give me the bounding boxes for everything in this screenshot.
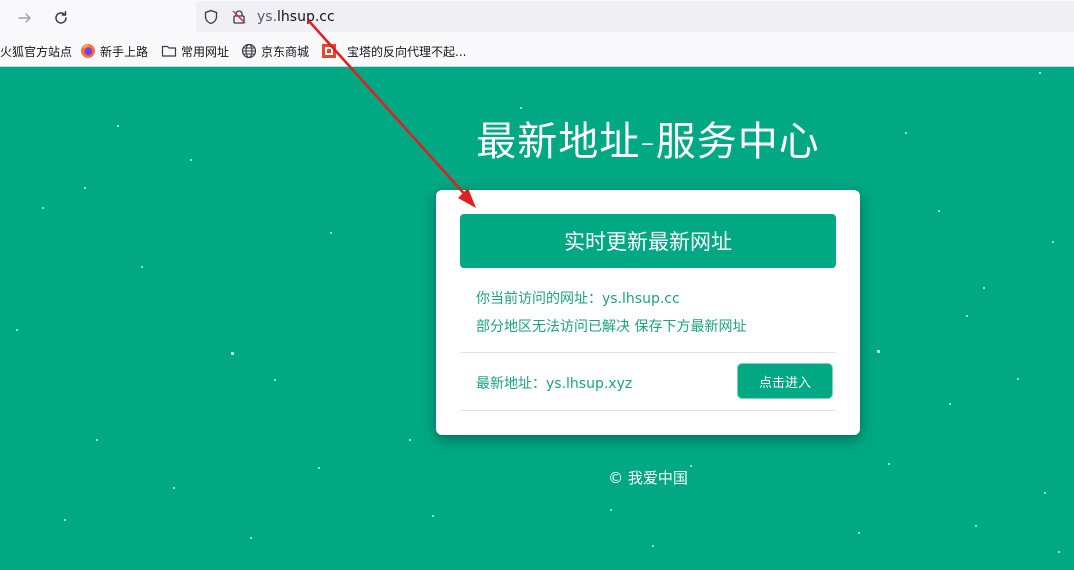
browser-toolbar: ys.lhsup.cc [0,0,1074,35]
enter-button[interactable]: 点击进入 [737,363,833,399]
bookmark-label: 宝塔的反向代理不起... [347,44,467,59]
footer-text: © 我爱中国 [608,469,688,487]
page-title: 最新地址-服务中心 [476,119,820,165]
forward-arrow-icon [18,13,31,23]
page-content: 最新地址-服务中心 实时更新最新网址 你当前访问的网址：ys.lhsup.cc … [0,67,1074,570]
bookmark-jd[interactable]: 京东商城 [241,42,309,60]
current-url-text: 你当前访问的网址：ys.lhsup.cc [476,291,680,307]
divider [460,410,836,411]
url-text[interactable]: ys.lhsup.cc [257,8,335,26]
url-subdomain: ys. [257,9,278,25]
shield-icon[interactable] [202,8,220,26]
update-address-button[interactable]: 实时更新最新网址 [460,214,836,268]
bt-icon [321,43,337,59]
bookmark-firefox-official[interactable]: 火狐官方站点 [0,42,72,60]
address-bar[interactable]: ys.lhsup.cc [196,1,1074,32]
bookmark-label: 新手上路 [100,44,149,59]
notice-text: 部分地区无法访问已解决 保存下方最新网址 [476,319,747,335]
bookmark-label: 常用网址 [181,44,230,59]
forward-button[interactable] [12,5,38,31]
address-card: 实时更新最新网址 你当前访问的网址：ys.lhsup.cc 部分地区无法访问已解… [436,190,860,435]
reload-button[interactable] [48,5,74,31]
bookmark-bt-proxy[interactable]: 宝塔的反向代理不起... [321,42,466,60]
browser-chrome: ys.lhsup.cc 火狐官方站点 新手上路 常用网址 京东商城 宝塔的反向代… [0,0,1074,67]
bookmark-label: 京东商城 [261,44,310,59]
url-domain: lhsup.cc [277,9,335,25]
reload-icon [55,11,67,24]
bookmarks-toolbar: 火狐官方站点 新手上路 常用网址 京东商城 宝塔的反向代理不起... [0,38,1074,64]
bookmark-getting-started[interactable]: 新手上路 [80,42,148,60]
folder-icon [161,43,177,59]
insecure-lock-icon[interactable] [230,8,248,26]
divider [460,352,836,353]
latest-address-text: 最新地址：ys.lhsup.xyz [476,376,633,392]
globe-icon [241,43,257,59]
bookmark-common-sites[interactable]: 常用网址 [161,42,229,60]
firefox-icon [80,43,96,59]
bookmark-label: 火狐官方站点 [0,44,73,59]
